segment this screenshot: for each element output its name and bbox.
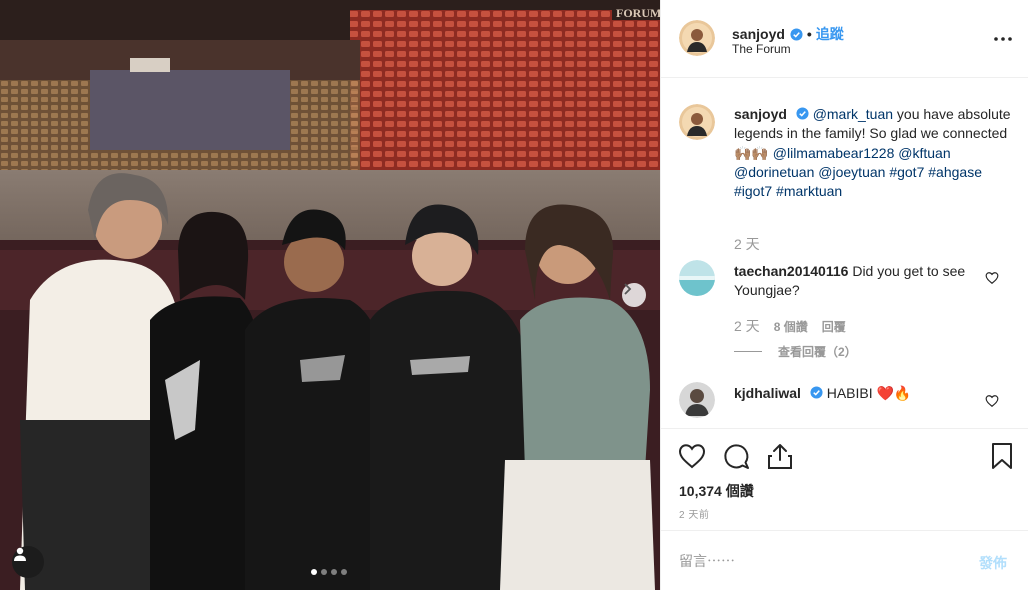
avatar[interactable]	[679, 382, 715, 418]
caption-timestamp[interactable]: 2 天	[734, 234, 760, 254]
more-options-icon[interactable]	[993, 31, 1013, 47]
reply-button[interactable]: 回覆	[822, 318, 846, 335]
user-icon	[14, 547, 26, 561]
comment-username[interactable]: taechan20140116	[734, 263, 848, 279]
comment-likes[interactable]: 8 個讚	[774, 318, 808, 335]
like-comment-heart-icon[interactable]	[985, 271, 999, 285]
heart-fire-emoji: ❤️🔥	[876, 385, 912, 401]
carousel-indicator	[311, 569, 347, 575]
hashtag-ahgase[interactable]: #ahgase	[928, 164, 982, 180]
comment-username[interactable]: kjdhaliwal	[734, 385, 801, 401]
avatar-image	[679, 104, 715, 140]
avatar-image	[679, 20, 715, 56]
mention-kftuan[interactable]: @kftuan	[898, 145, 950, 161]
post-caption: sanjoyd @mark_tuan you have absolute leg…	[734, 105, 1014, 201]
comment-body: HABIBI	[826, 385, 873, 401]
view-replies-button[interactable]: 查看回覆（2）	[734, 343, 857, 360]
mention-mark-tuan[interactable]: @mark_tuan	[813, 106, 893, 122]
post-header: sanjoyd • 追蹤 The Forum	[661, 0, 1028, 78]
mention-joeytuan[interactable]: @joeytuan	[818, 164, 885, 180]
verified-badge-icon	[796, 107, 809, 120]
avatar[interactable]	[679, 260, 715, 296]
forum-sign-text: FORUM	[616, 6, 660, 20]
hashtag-marktuan[interactable]: #marktuan	[776, 183, 842, 199]
post-actions: 10,374 個讚 2 天前	[661, 428, 1028, 530]
mention-dorinetuan[interactable]: @dorinetuan	[734, 164, 814, 180]
avatar[interactable]	[679, 104, 715, 140]
comment-bubble-icon[interactable]	[721, 441, 751, 471]
like-comment-heart-icon[interactable]	[985, 394, 999, 408]
like-heart-icon[interactable]	[677, 441, 707, 471]
verified-badge-icon	[810, 386, 823, 399]
post-side-panel: sanjoyd • 追蹤 The Forum sanjoyd @mark_tua…	[660, 0, 1028, 590]
like-count[interactable]: 10,374 個讚	[679, 481, 754, 501]
next-photo-button[interactable]	[622, 283, 646, 307]
replies-divider	[734, 351, 762, 352]
forum-sign	[130, 58, 170, 72]
add-comment-section: 發佈	[661, 530, 1028, 590]
hashtag-igot7[interactable]: #igot7	[734, 183, 772, 199]
header-user-line: sanjoyd • 追蹤	[732, 24, 844, 44]
caption-username[interactable]: sanjoyd	[734, 106, 787, 122]
separator-dot: •	[806, 26, 812, 42]
username-link[interactable]: sanjoyd	[732, 26, 785, 42]
avatar-image	[679, 260, 715, 296]
carousel-dot	[321, 569, 327, 575]
carousel-dot	[331, 569, 337, 575]
comment-text: taechan20140116 Did you get to see Young…	[734, 262, 974, 300]
location-link[interactable]: The Forum	[732, 42, 791, 56]
carousel-dot	[341, 569, 347, 575]
raised-hands-emoji: 🙌🏽🙌🏽	[734, 144, 769, 161]
hashtag-got7[interactable]: #got7	[889, 164, 924, 180]
post-photo[interactable]: FORUM	[0, 0, 660, 590]
carousel-dot	[311, 569, 317, 575]
save-bookmark-icon[interactable]	[987, 441, 1017, 471]
comment-text: kjdhaliwal HABIBI ❤️🔥	[734, 384, 974, 403]
follow-button[interactable]: 追蹤	[816, 24, 844, 44]
comments-list[interactable]: sanjoyd @mark_tuan you have absolute leg…	[661, 78, 1028, 426]
photo-illustration: FORUM	[0, 0, 660, 590]
share-upload-icon[interactable]	[765, 441, 795, 471]
avatar-image	[679, 382, 715, 418]
verified-badge-icon	[790, 27, 803, 41]
post-comment-button[interactable]: 發佈	[979, 553, 1007, 573]
avatar[interactable]	[679, 20, 715, 56]
comment-timestamp[interactable]: 2 天	[734, 422, 760, 426]
people-group	[20, 173, 655, 590]
tagged-users-button[interactable]	[12, 546, 44, 578]
view-replies-label: 查看回覆（2）	[778, 345, 857, 359]
comment-meta: 2 天 8 個讚 回覆	[734, 316, 846, 336]
mention-lilmamabear1228[interactable]: @lilmamabear1228	[773, 145, 895, 161]
post-timestamp[interactable]: 2 天前	[679, 506, 709, 521]
comment-timestamp[interactable]: 2 天	[734, 316, 760, 336]
chevron-right-icon	[624, 283, 632, 295]
comment-input[interactable]	[679, 551, 959, 571]
